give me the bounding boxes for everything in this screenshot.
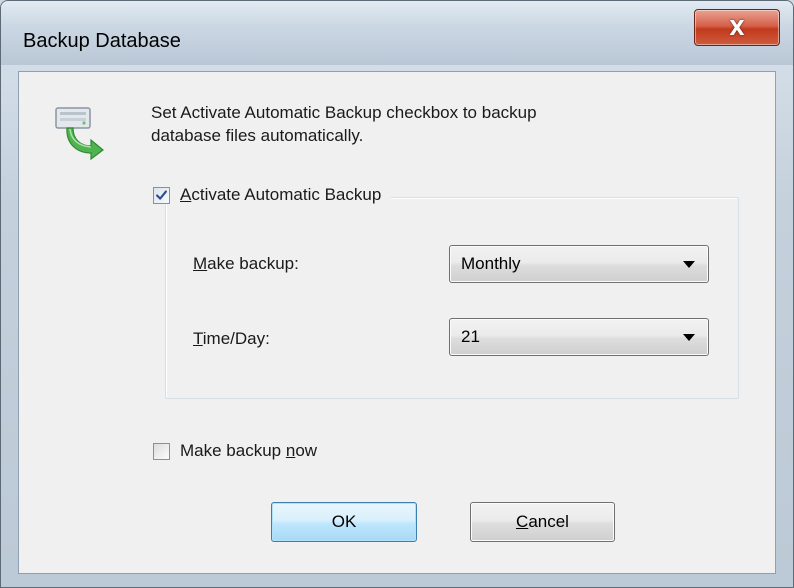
time-day-value: 21 xyxy=(461,327,480,346)
time-day-label-accel: T xyxy=(193,329,203,348)
auto-backup-label[interactable]: Activate Automatic Backup xyxy=(180,185,381,205)
cancel-button[interactable]: Cancel xyxy=(470,502,615,542)
cancel-button-label: Cancel xyxy=(516,512,569,532)
make-backup-label-rest: ake backup: xyxy=(207,254,299,273)
backup-now-label-post: ow xyxy=(295,441,318,460)
auto-backup-group xyxy=(165,197,739,399)
dialog-client-area: Set Activate Automatic Backup checkbox t… xyxy=(18,71,776,574)
make-backup-value: Monthly xyxy=(461,254,521,273)
cancel-label-accel: C xyxy=(516,512,529,531)
auto-backup-checkbox[interactable] xyxy=(153,186,170,204)
time-day-label-rest: ime/Day: xyxy=(202,329,270,348)
backup-now-label-pre: Make backup xyxy=(180,441,286,460)
cancel-label-rest: ancel xyxy=(528,512,569,531)
checkmark-icon xyxy=(156,189,167,200)
make-backup-label: Make backup: xyxy=(193,254,299,274)
instructions-text: Set Activate Automatic Backup checkbox t… xyxy=(151,101,711,147)
backup-now-checkbox-row[interactable]: Make backup now xyxy=(153,441,317,461)
instructions-line-2: database files automatically. xyxy=(151,126,364,145)
chevron-down-icon[interactable] xyxy=(683,261,695,268)
title-bar[interactable]: Backup Database X xyxy=(1,1,793,65)
ok-button-label: OK xyxy=(331,512,357,531)
backup-arrow-icon xyxy=(55,107,104,160)
backup-now-label[interactable]: Make backup now xyxy=(180,441,317,461)
time-day-select[interactable]: 21 xyxy=(449,318,709,356)
close-icon: X xyxy=(729,15,745,40)
auto-backup-checkbox-row[interactable]: Activate Automatic Backup xyxy=(153,185,392,205)
ok-button[interactable]: OK xyxy=(271,502,417,542)
backup-now-checkbox[interactable] xyxy=(153,442,170,460)
close-button[interactable]: X xyxy=(694,9,780,46)
chevron-down-icon[interactable] xyxy=(683,334,695,341)
auto-backup-label-rest: ctivate Automatic Backup xyxy=(191,185,382,204)
window-title: Backup Database xyxy=(23,30,181,52)
make-backup-select[interactable]: Monthly xyxy=(449,245,709,283)
instructions-line-1: Set Activate Automatic Backup checkbox t… xyxy=(151,103,537,122)
time-day-label: Time/Day: xyxy=(193,329,270,349)
backup-now-label-accel: n xyxy=(285,441,296,460)
make-backup-label-accel: M xyxy=(193,254,208,273)
auto-backup-label-accel: A xyxy=(180,185,192,204)
backup-database-dialog: Backup Database X Set Activate Automatic… xyxy=(0,0,794,588)
